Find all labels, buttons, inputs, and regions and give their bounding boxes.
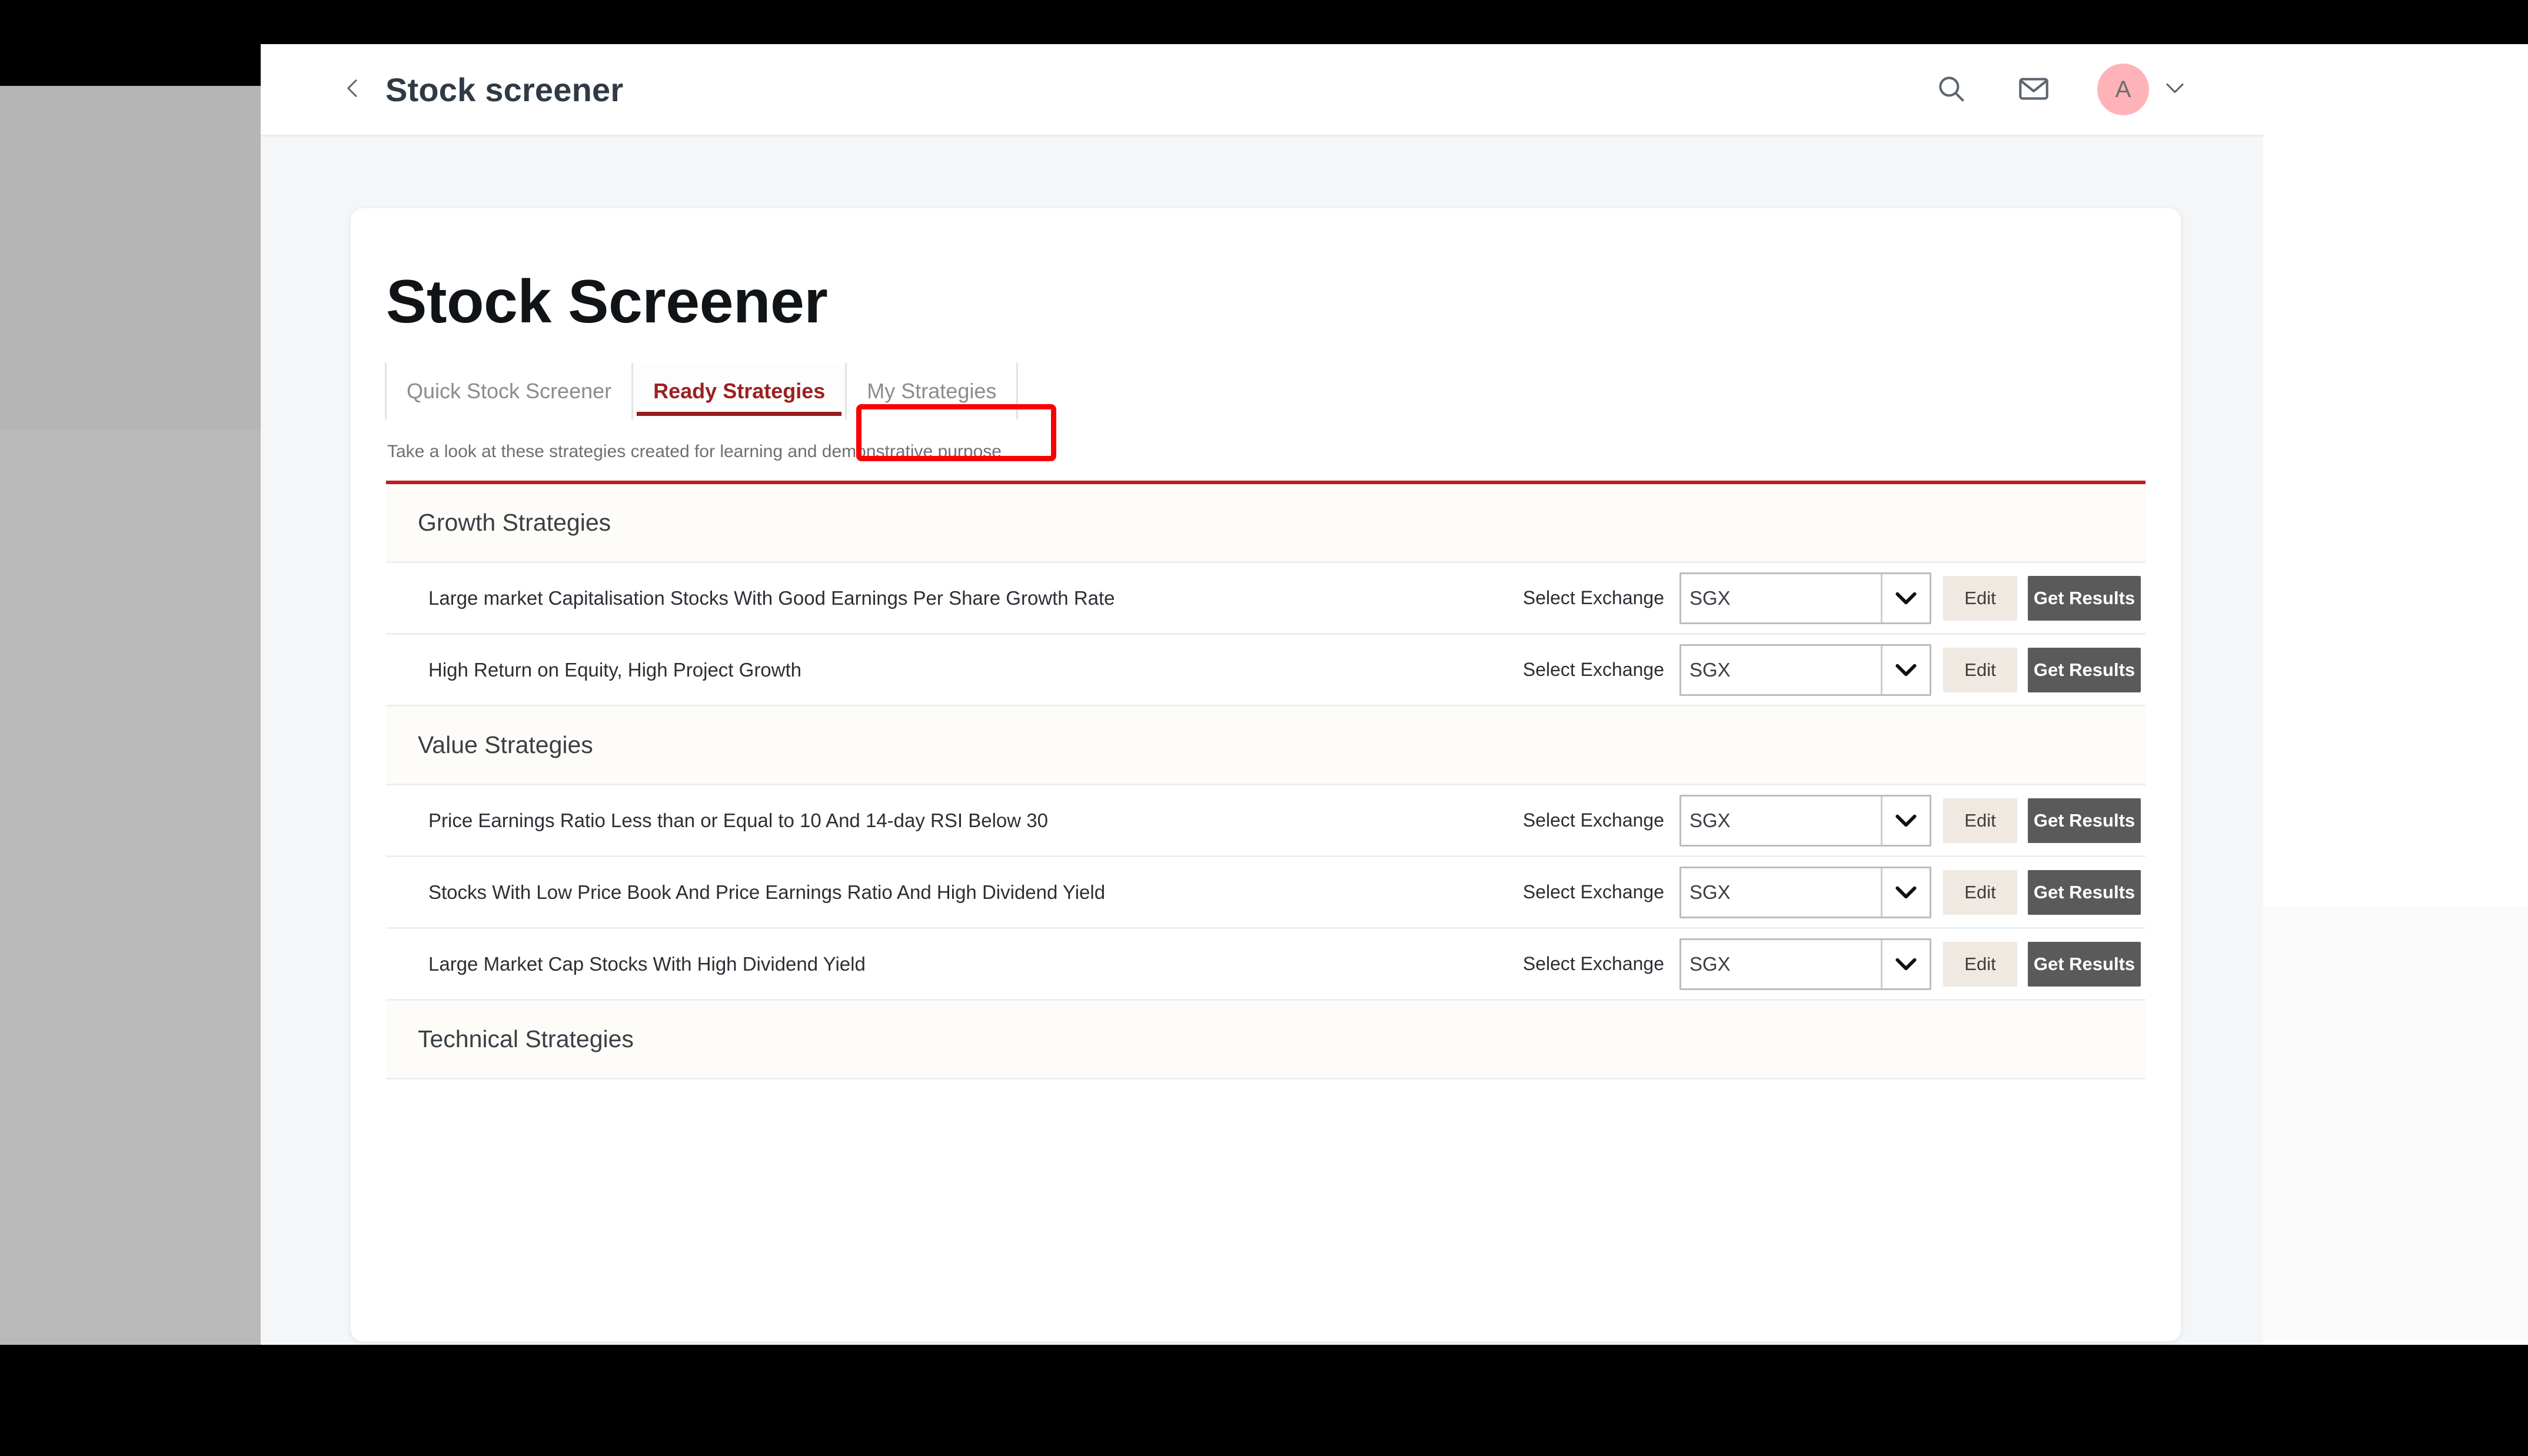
section-header-value-strategies: Value Strategies (386, 707, 2146, 785)
strategy-name: Large market Capitalisation Stocks With … (428, 587, 1115, 609)
section-header-growth-strategies: Growth Strategies (386, 484, 2146, 563)
mail-button[interactable] (2005, 61, 2062, 118)
table-row: Large market Capitalisation Stocks With … (386, 563, 2146, 635)
exchange-select-value: SGX (1689, 881, 1731, 903)
background-left-panel-lower (0, 429, 261, 1345)
exchange-select-value: SGX (1689, 658, 1731, 681)
select-exchange-label: Select Exchange (1522, 809, 1664, 831)
search-button[interactable] (1923, 61, 1980, 118)
tab-label: My Strategies (867, 379, 997, 403)
edit-button[interactable]: Edit (1943, 941, 2017, 987)
select-exchange-label: Select Exchange (1522, 587, 1664, 608)
get-results-button[interactable]: Get Results (2028, 575, 2141, 621)
page-canvas-right-tint (2263, 906, 2528, 1345)
exchange-select-value: SGX (1689, 587, 1731, 609)
row-controls: Select Exchange SGX Edit Get Results (1522, 866, 2141, 918)
exchange-select-value: SGX (1689, 952, 1731, 975)
tabs-subtitle: Take a look at these strategies created … (387, 442, 1002, 461)
get-results-button[interactable]: Get Results (2028, 941, 2141, 987)
exchange-select[interactable]: SGX (1679, 866, 1931, 918)
search-icon (1934, 72, 1968, 108)
tab-my-strategies[interactable]: My Strategies (845, 363, 1019, 419)
select-exchange-label: Select Exchange (1522, 659, 1664, 680)
tab-bar: Quick Stock Screener Ready Strategies My… (385, 363, 2181, 419)
envelope-icon (2017, 72, 2051, 108)
exchange-select[interactable]: SGX (1679, 938, 1931, 990)
avatar-initial: A (2115, 76, 2131, 102)
section-header-technical-strategies: Technical Strategies (386, 1001, 2146, 1079)
page-header-title: Stock screener (385, 71, 624, 108)
edit-button[interactable]: Edit (1943, 647, 2017, 692)
get-results-button[interactable]: Get Results (2028, 869, 2141, 915)
edit-button[interactable]: Edit (1943, 798, 2017, 843)
chevron-down-icon (1882, 646, 1930, 694)
back-button[interactable] (337, 74, 369, 105)
select-exchange-label: Select Exchange (1522, 881, 1664, 902)
header-actions: A (1897, 61, 2188, 118)
chevron-down-icon (1882, 868, 1930, 917)
exchange-select[interactable]: SGX (1679, 644, 1931, 696)
tab-quick-stock-screener[interactable]: Quick Stock Screener (385, 363, 631, 419)
row-controls: Select Exchange SGX Edit Get Results (1523, 572, 2141, 624)
get-results-button[interactable]: Get Results (2028, 798, 2141, 843)
chevron-down-icon (2163, 81, 2187, 99)
content-card: Stock Screener Quick Stock Screener Read… (350, 208, 2181, 1342)
tab-label: Ready Strategies (653, 379, 826, 403)
page-title: Stock Screener (386, 268, 828, 336)
tab-label: Quick Stock Screener (407, 379, 612, 403)
strategy-name: High Return on Equity, High Project Grow… (428, 658, 802, 681)
edit-button[interactable]: Edit (1943, 575, 2017, 621)
exchange-select[interactable]: SGX (1679, 572, 1931, 624)
exchange-select[interactable]: SGX (1679, 794, 1931, 847)
app-header: Stock screener A (261, 44, 2263, 136)
get-results-button[interactable]: Get Results (2028, 647, 2141, 692)
strategy-name: Price Earnings Ratio Less than or Equal … (428, 809, 1048, 831)
table-row: Large Market Cap Stocks With High Divide… (386, 929, 2146, 1001)
strategy-name: Stocks With Low Price Book And Price Ear… (428, 881, 1106, 903)
avatar[interactable]: A (2097, 64, 2149, 115)
edit-button[interactable]: Edit (1943, 869, 2017, 915)
table-row: High Return on Equity, High Project Grow… (386, 635, 2146, 707)
app-window: Stock screener A Stock Screener Quick St… (261, 44, 2263, 1345)
tab-ready-strategies[interactable]: Ready Strategies (631, 363, 846, 419)
strategy-table: Growth Strategies Large market Capitalis… (386, 484, 2146, 1079)
table-row: Stocks With Low Price Book And Price Ear… (386, 857, 2146, 929)
chevron-down-icon (1882, 797, 1930, 845)
row-controls: Select Exchange SGX Edit Get Results (1523, 644, 2141, 696)
strategy-name: Large Market Cap Stocks With High Divide… (428, 952, 866, 975)
chevron-down-icon (1882, 940, 1930, 988)
select-exchange-label: Select Exchange (1522, 953, 1664, 974)
chevron-down-icon (1882, 574, 1930, 622)
account-menu-toggle[interactable] (2162, 76, 2188, 102)
row-controls: Select Exchange SGX Edit Get Results (1523, 938, 2141, 990)
exchange-select-value: SGX (1689, 809, 1731, 831)
screenshot-root: Stock screener A Stock Screener Quick St… (0, 0, 2528, 1456)
table-row: Price Earnings Ratio Less than or Equal … (386, 785, 2146, 857)
row-controls: Select Exchange SGX Edit Get Results (1522, 794, 2141, 847)
chevron-left-icon (341, 76, 365, 103)
